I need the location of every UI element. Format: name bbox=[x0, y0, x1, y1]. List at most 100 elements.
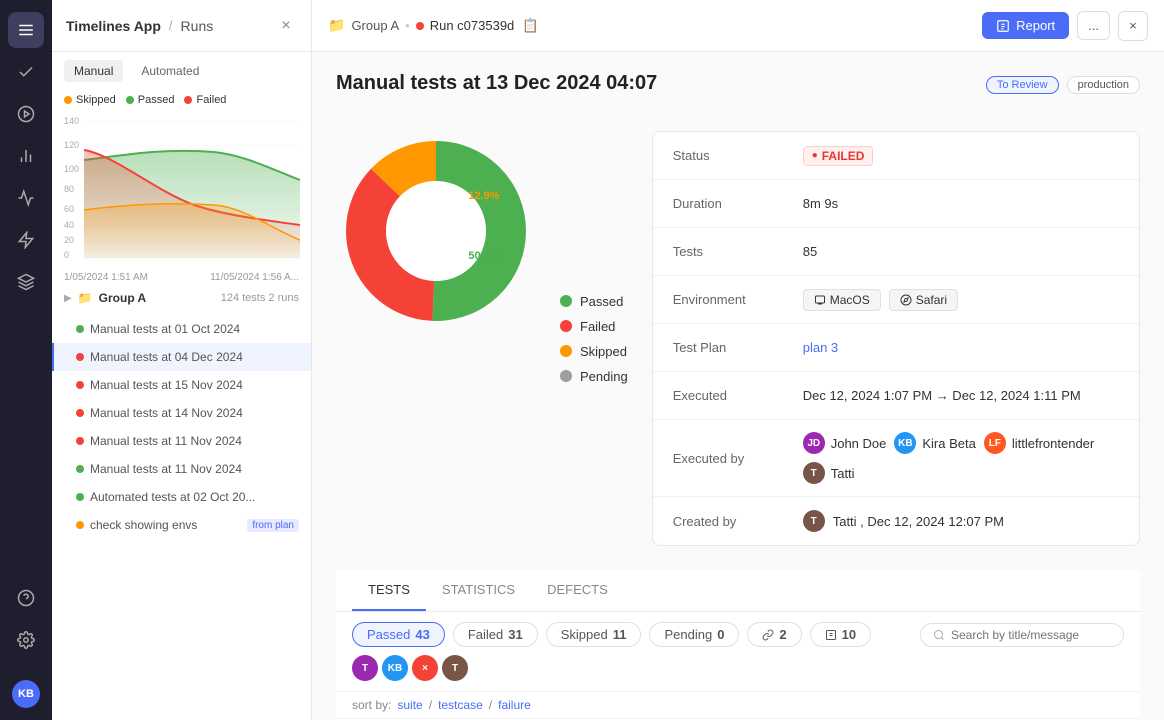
user-chip-filter-t[interactable]: T bbox=[352, 655, 378, 681]
svg-text:40: 40 bbox=[64, 220, 74, 230]
user-chip-johndoe: JD John Doe bbox=[803, 432, 887, 454]
nav-header: Timelines App / Runs × bbox=[52, 0, 311, 52]
filter-bar: Passed 43 Failed 31 Skipped 11 Pending 0 bbox=[336, 612, 1140, 692]
env-badge-safari: Safari bbox=[889, 289, 958, 311]
nav-item-tag-7: from plan bbox=[247, 519, 299, 532]
status-dot-red-4 bbox=[76, 437, 84, 445]
created-by-val: T Tatti , Dec 12, 2024 12:07 PM bbox=[803, 510, 1119, 532]
search-input[interactable] bbox=[951, 628, 1111, 642]
nav-item-0[interactable]: Manual tests at 01 Oct 2024 bbox=[52, 315, 311, 343]
user-name-lf: littlefrontender bbox=[1012, 436, 1094, 451]
check-icon[interactable] bbox=[8, 54, 44, 90]
nav-item-4[interactable]: Manual tests at 11 Nov 2024 bbox=[52, 427, 311, 455]
svg-text:36.5%: 36.5% bbox=[382, 277, 413, 289]
filter-link-count: 2 bbox=[779, 627, 786, 642]
lightning-icon[interactable] bbox=[8, 222, 44, 258]
user-av-johndoe: JD bbox=[803, 432, 825, 454]
environment-val: MacOS Safari bbox=[803, 289, 1119, 311]
filter-link[interactable]: 2 bbox=[747, 622, 801, 647]
legend-entry-passed: Passed bbox=[560, 294, 628, 309]
filter-passed[interactable]: Passed 43 bbox=[352, 622, 445, 647]
runs-label[interactable]: Runs bbox=[181, 18, 214, 34]
layers-icon[interactable] bbox=[8, 264, 44, 300]
svg-text:0: 0 bbox=[64, 250, 69, 260]
user-name-kirabeta: Kira Beta bbox=[922, 436, 975, 451]
play-icon[interactable] bbox=[8, 96, 44, 132]
group-item[interactable]: ▶ 📁 Group A 124 tests 2 runs bbox=[52, 285, 311, 311]
filter-skipped-count: 11 bbox=[613, 627, 627, 642]
tab-statistics[interactable]: STATISTICS bbox=[426, 570, 531, 611]
executed-key: Executed bbox=[673, 388, 803, 403]
activity-icon[interactable] bbox=[8, 180, 44, 216]
svg-text:80: 80 bbox=[64, 184, 74, 194]
user-chip-filter-t2[interactable]: T bbox=[442, 655, 468, 681]
user-chip-filter-x[interactable]: × bbox=[412, 655, 438, 681]
filter-pending[interactable]: Pending 0 bbox=[649, 622, 739, 647]
nav-item-7[interactable]: check showing envs from plan bbox=[52, 511, 311, 539]
nav-panel: Timelines App / Runs × Manual Automated … bbox=[52, 0, 312, 720]
skipped-dot bbox=[64, 96, 72, 104]
chart-icon[interactable] bbox=[8, 138, 44, 174]
env-tag-production[interactable]: production bbox=[1067, 76, 1140, 94]
sort-failure-link[interactable]: failure bbox=[498, 698, 531, 712]
donut-chart: 12.9% 36.5% 50.6% bbox=[336, 131, 536, 331]
close-main-button[interactable]: × bbox=[1118, 11, 1148, 41]
hamburger-menu-icon[interactable] bbox=[8, 12, 44, 48]
chart-legend: Skipped Passed Failed bbox=[52, 90, 311, 110]
legend-failed: Failed bbox=[184, 94, 226, 106]
tab-defects[interactable]: DEFECTS bbox=[531, 570, 624, 611]
filter-failed-label: Failed bbox=[468, 627, 503, 642]
tab-tests[interactable]: TESTS bbox=[352, 570, 426, 611]
created-by-key: Created by bbox=[673, 514, 803, 529]
legend-entry-skipped: Skipped bbox=[560, 344, 628, 359]
legend-color-failed bbox=[560, 320, 572, 332]
run-status-dot bbox=[416, 22, 424, 30]
filter-passed-label: Passed bbox=[367, 627, 410, 642]
nav-item-5[interactable]: Manual tests at 11 Nov 2024 bbox=[52, 455, 311, 483]
report-button[interactable]: Report bbox=[982, 12, 1069, 39]
page-title: Manual tests at 13 Dec 2024 04:07 bbox=[336, 72, 657, 95]
run-id-label: Run c073539d bbox=[430, 18, 515, 33]
user-chip-filter-kb[interactable]: KB bbox=[382, 655, 408, 681]
sort-testcase-link[interactable]: testcase bbox=[438, 698, 483, 712]
status-dot-red-3 bbox=[76, 409, 84, 417]
donut-legend: Passed Failed Skipped Pending bbox=[560, 131, 628, 546]
status-val: ● FAILED bbox=[803, 146, 1119, 166]
status-row-environment: Environment MacOS Safari bbox=[653, 276, 1139, 324]
nav-item-label-2: Manual tests at 15 Nov 2024 bbox=[90, 378, 299, 392]
nav-item-6[interactable]: Automated tests at 02 Oct 20... bbox=[52, 483, 311, 511]
passed-dot bbox=[126, 96, 134, 104]
main-content: 📁 Group A • Run c073539d 📋 Report ... × … bbox=[312, 0, 1164, 720]
settings-icon[interactable] bbox=[8, 622, 44, 658]
nav-close-button[interactable]: × bbox=[275, 15, 297, 37]
status-row-testplan: Test Plan plan 3 bbox=[653, 324, 1139, 372]
filter-failed[interactable]: Failed 31 bbox=[453, 622, 538, 647]
test-plan-val: plan 3 bbox=[803, 340, 1119, 355]
user-av-tatti2: T bbox=[803, 510, 825, 532]
more-options-button[interactable]: ... bbox=[1077, 11, 1110, 40]
filter-issue[interactable]: 10 bbox=[810, 622, 871, 647]
user-name-johndoe: John Doe bbox=[831, 436, 887, 451]
copy-run-id-button[interactable]: 📋 bbox=[522, 18, 539, 34]
sort-suite-link[interactable]: suite bbox=[397, 698, 422, 712]
test-plan-link[interactable]: plan 3 bbox=[803, 340, 838, 355]
nav-item-3[interactable]: Manual tests at 14 Nov 2024 bbox=[52, 399, 311, 427]
env-badge-macos: MacOS bbox=[803, 289, 881, 311]
nav-item-label-0: Manual tests at 01 Oct 2024 bbox=[90, 322, 299, 336]
tab-automated[interactable]: Automated bbox=[131, 60, 209, 82]
env-tag-review[interactable]: To Review bbox=[986, 76, 1059, 94]
link-icon bbox=[762, 629, 774, 641]
filter-skipped[interactable]: Skipped 11 bbox=[546, 622, 642, 647]
tab-manual[interactable]: Manual bbox=[64, 60, 123, 82]
env-macos-label: MacOS bbox=[830, 293, 870, 307]
user-avatar[interactable]: KB bbox=[12, 680, 40, 708]
nav-list: Manual tests at 01 Oct 2024 Manual tests… bbox=[52, 311, 311, 720]
executed-val: Dec 12, 2024 1:07 PM → Dec 12, 2024 1:11… bbox=[803, 388, 1119, 403]
help-icon[interactable] bbox=[8, 580, 44, 616]
report-icon bbox=[996, 19, 1010, 33]
nav-item-2[interactable]: Manual tests at 15 Nov 2024 bbox=[52, 371, 311, 399]
sort-sep2: / bbox=[489, 698, 492, 712]
filter-passed-count: 43 bbox=[415, 627, 429, 642]
status-dot-green-6 bbox=[76, 493, 84, 501]
nav-item-1[interactable]: Manual tests at 04 Dec 2024 bbox=[52, 343, 311, 371]
